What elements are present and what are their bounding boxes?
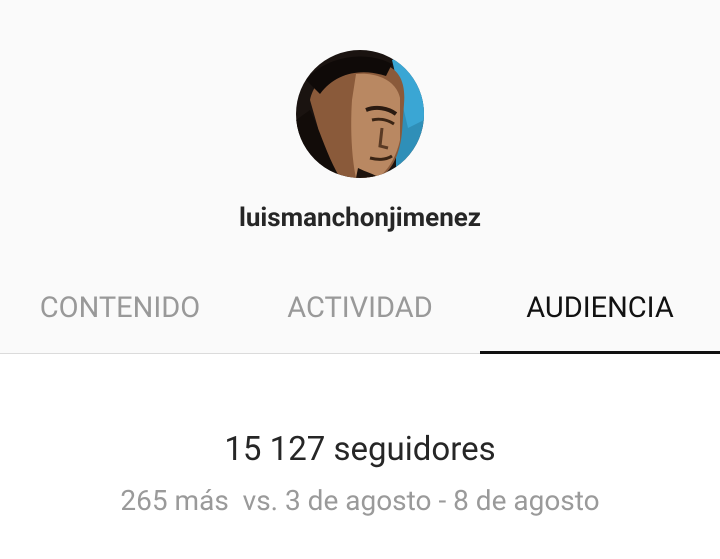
avatar[interactable] xyxy=(296,50,424,178)
followers-comparison: 265 más vs. 3 de agosto - 8 de agosto xyxy=(120,484,600,517)
tab-actividad[interactable]: ACTIVIDAD xyxy=(240,285,480,331)
profile-header: luismanchonjimenez CONTENIDO ACTIVIDAD A… xyxy=(0,0,720,354)
profile-username: luismanchonjimenez xyxy=(238,203,482,233)
active-tab-indicator xyxy=(480,351,720,354)
followers-count: 15 127 seguidores xyxy=(224,430,496,469)
avatar-image xyxy=(296,50,424,178)
tab-contenido[interactable]: CONTENIDO xyxy=(0,285,240,331)
tab-audiencia[interactable]: AUDIENCIA xyxy=(480,285,720,331)
